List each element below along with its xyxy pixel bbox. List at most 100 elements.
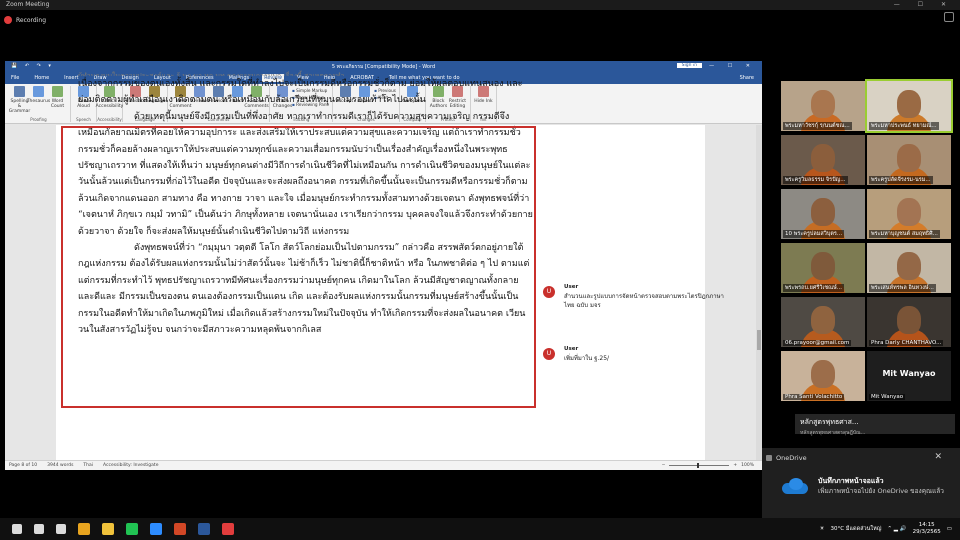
notification-app-name: OneDrive [776,454,807,462]
clock-date: 29/3/2565 [912,529,941,535]
view-mode-icon[interactable] [944,12,954,22]
chrome-icon[interactable] [78,523,90,535]
recording-indicator: Recording [4,16,46,24]
zoom-title-bar: Zoom Meeting — ☐ ✕ [0,0,960,10]
word-count-label: Word Count [50,99,65,109]
participant-tile[interactable]: พระมหาวัชรกุ์ ร/นนต์ชณ... [781,81,865,131]
zoom-out-icon[interactable]: − [662,463,666,468]
participant-tile[interactable]: พระเสนห์ทรพล อินทวงษ์... [867,243,951,293]
participant-face [811,306,835,334]
participant-face [811,90,835,118]
participant-tile[interactable]: พระมหาบุญชนต์ สมฤทธิศิ... [867,189,951,239]
participant-name: พระครูวิมลธรรม จิรปัญ... [783,176,848,184]
search-icon[interactable] [34,524,44,534]
zoom-in-icon[interactable]: + [733,463,737,468]
zoom-window-controls[interactable]: — ☐ ✕ [894,0,954,10]
close-icon[interactable]: ✕ [934,452,942,462]
word-count[interactable]: 3944 words [47,463,73,468]
participant-tile[interactable]: 06.prayoor@gmail.com [781,297,865,347]
participant-face [811,198,835,226]
notification-title: บันทึกภาพหน้าจอแล้ว [818,477,884,485]
group-label-proofing: Proofing [30,117,47,122]
clock[interactable]: 14:15 29/3/2565 [913,522,941,536]
participant-name: 06.prayoor@gmail.com [783,340,852,346]
status-bar: Page 8 of 10 3944 words Thai Accessibili… [5,460,762,470]
tab-home[interactable]: Home [32,74,51,82]
document-paragraph[interactable]: ดังพุทธพจน์ที่ว่า “กมฺมุนา วตฺตตี โลโก ส… [78,240,533,338]
accessibility-status[interactable]: Accessibility: Investigate [103,463,158,468]
participant-name: Phra Santi Volachitto [783,394,845,400]
participant-tile[interactable]: พระครูวิมลธรรม จิรปัญ... [781,135,865,185]
participant-name: Phra Darly CHANTHAVO... [869,340,944,346]
scrollbar-thumb[interactable] [757,330,761,350]
participant-face [897,306,921,334]
document-paragraph[interactable]: เนื่องจากกรรมของตนเองทั้งสิ้น และกรรมใดท… [78,76,533,109]
comment-text: เพิ่มที่มาใน ฐ.25/ [564,355,610,362]
participant-face [897,144,921,172]
language-indicator[interactable]: Thai [83,463,93,468]
share-button[interactable]: Share [740,75,754,81]
participant-face [811,144,835,172]
document-body[interactable]: ผู้ทำนองบบในความประสงค์และ รู้ นา นา หก … [78,68,533,339]
participant-name: พระมหาประพนธ์ ทยามณ์... [869,122,939,130]
participant-tile[interactable]: Mit Wanyao Mit Wanyao [867,351,951,401]
participant-face [811,360,835,388]
participant-face [811,252,835,280]
zoom-level[interactable]: 100% [741,463,754,468]
powerpoint-icon[interactable] [174,523,186,535]
participant-name: 10 พระครูปลมสวิบุตร... [783,230,845,238]
tab-file[interactable]: File [9,74,21,82]
vertical-scrollbar[interactable] [756,125,762,460]
notification-center-icon[interactable]: ▭ [947,526,952,532]
page-count[interactable]: Page 8 of 10 [9,463,37,468]
participant-tile[interactable]: พระครูปลัดจีรงรม-นรม... [867,135,951,185]
file-explorer-icon[interactable] [102,523,114,535]
comment-avatar: U [543,348,555,360]
system-tray: ☀ 30°C มีแดดส่วนใหญ่ ⌃ ▂ 🔊 14:15 29/3/25… [820,518,952,540]
word-window-controls[interactable]: ▢ — ☐ ✕ [691,63,756,69]
task-view-icon[interactable] [56,524,66,534]
clock-time: 14:15 [918,522,935,528]
shared-screen-sub: หลักสูตรพุทธศาสตรดุษฎีบัณ... [800,430,866,436]
comment-author: User [564,284,579,290]
zoom-control: − + 100% [662,463,754,468]
participant-tile[interactable]: พระพรถบ.ยศรีวิเชณษ์... [781,243,865,293]
comment-avatar: U [543,286,555,298]
participant-name: Mit Wanyao [869,394,906,400]
comment-text: สำนวนและรูปแบบการจัดหน้าตรวจสอบตามพระไตร… [564,293,724,309]
thesaurus-icon [33,86,44,97]
participant-tile[interactable]: Phra Darly CHANTHAVO... [867,297,951,347]
participant-face [897,252,921,280]
participant-tile[interactable]: Phra Santi Volachitto [781,351,865,401]
participant-tile[interactable]: พระมหาประพนธ์ ทยามณ์... [865,79,953,133]
participant-name: พระพรถบ.ยศรีวิเชณษ์... [783,284,845,292]
participant-name: พระมหาบุญชนต์ สมฤทธิศิ... [869,230,940,238]
zoom-icon[interactable] [150,523,162,535]
faded-top-line: ผู้ทำนองบบในความประสงค์และ รู้ นา นา หก … [78,72,345,76]
word-icon[interactable] [198,523,210,535]
weather-icon[interactable]: ☀ [820,526,825,532]
participant-tile[interactable]: 10 พระครูปลมสวิบุตร... [781,189,865,239]
participant-name: พระครูปลัดจีรงรม-นรม... [869,176,933,184]
line-icon[interactable] [126,523,138,535]
shared-screen-title: หลักสูตรพุทธศาส... [800,418,859,426]
onedrive-notification[interactable]: OneDrive ✕ บันทึกภาพหน้าจอแล้ว เพิ่มภาพห… [762,448,960,518]
windows-start-icon[interactable] [12,524,22,534]
participant-face [897,198,921,226]
recording-label: Recording [16,16,47,24]
weather-text[interactable]: 30°C มีแดดส่วนใหญ่ [831,525,882,533]
participant-face [897,90,921,118]
word-count-icon [52,86,63,97]
onedrive-small-icon [766,455,772,461]
spelling-grammar-icon [14,86,25,97]
thesaurus-label: Thesaurus [26,99,51,104]
shared-screen-banner[interactable]: หลักสูตรพุทธศาส... หลักสูตรพุทธศาสตรดุษฎ… [795,414,955,436]
zoom-slider[interactable] [669,463,730,468]
zoom-window-title: Zoom Meeting [6,1,50,8]
network-icon[interactable]: ⌃ ▂ 🔊 [887,526,906,532]
participant-name: พระเสนห์ทรพล อินทวงษ์... [869,284,936,292]
participant-big-name: Mit Wanyao [882,369,936,378]
document-paragraph[interactable]: ด้วยเหตุนี้มนุษย์จึงมีกรรมเป็นที่พึ่งอาศ… [78,109,533,240]
pdf-icon[interactable] [222,523,234,535]
comment-author: User [564,346,579,352]
